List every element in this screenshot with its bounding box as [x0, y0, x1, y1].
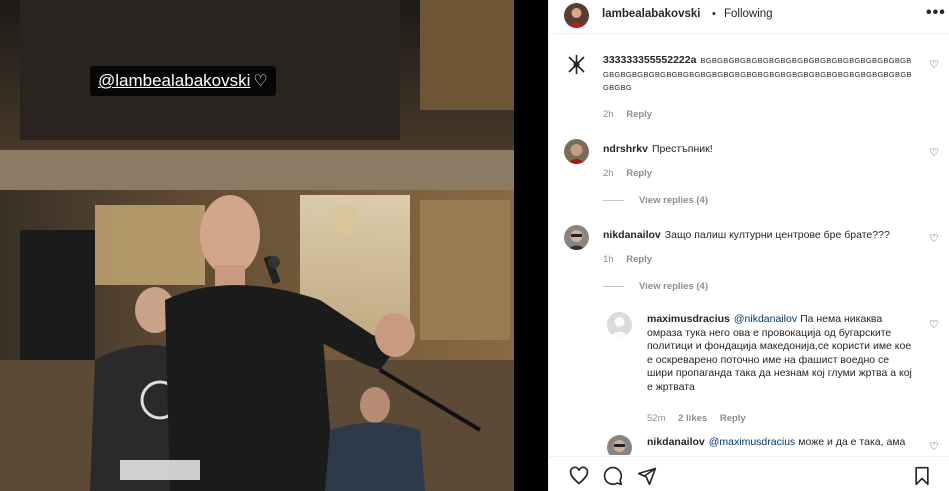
comment-icon[interactable]: [603, 466, 623, 486]
post-actions-bar: [549, 456, 949, 491]
author-avatar[interactable]: [564, 3, 589, 28]
commenter-avatar[interactable]: [607, 312, 632, 337]
comment-mention[interactable]: @nikdanailov: [734, 313, 797, 325]
white-heart-icon: ♡: [253, 73, 268, 90]
view-replies-label[interactable]: View replies (4): [639, 281, 708, 292]
comments-panel: lambealabakovski • Following ••• 3333333…: [548, 0, 949, 491]
reply-button[interactable]: Reply: [720, 413, 746, 424]
header-separator: •: [712, 8, 716, 20]
comment-body: nikdanailov Защо палиш културни центрове …: [603, 229, 915, 243]
view-replies-button[interactable]: View replies (4): [603, 195, 708, 206]
view-replies-line: [603, 285, 624, 287]
comment-mention[interactable]: @maximusdracius: [709, 436, 796, 448]
comment-body: maximusdracius @nikdanailov Па нема никакв…: [647, 313, 917, 394]
commenter-username[interactable]: nikdanailov: [603, 229, 661, 241]
like-comment-icon[interactable]: ♡: [929, 232, 939, 245]
commenter-avatar[interactable]: [564, 139, 589, 164]
comment-meta: 1h Reply: [603, 254, 662, 265]
author-username[interactable]: lambealabakovski: [602, 8, 700, 20]
comment-meta: 52m 2 likes Reply: [647, 413, 756, 424]
comment-body: nikdanailov @maximusdracius може и да е та…: [647, 436, 917, 450]
comment-time: 52m: [647, 413, 666, 424]
comment-time: 2h: [603, 168, 614, 179]
comment-text: Престъпник!: [651, 143, 713, 155]
commenter-avatar[interactable]: [564, 225, 589, 250]
like-comment-icon[interactable]: ♡: [929, 146, 939, 159]
paper-plane-icon[interactable]: [637, 466, 657, 486]
comment-body: 333333355552222a BGBGBGBGBGBGBGBGBGBGBGBG…: [603, 54, 915, 95]
commenter-avatar[interactable]: [607, 435, 632, 455]
bookmark-icon[interactable]: [912, 466, 932, 486]
commenter-username[interactable]: 333333355552222a: [603, 54, 696, 66]
more-options-icon[interactable]: •••: [926, 4, 946, 22]
mention-text[interactable]: @lambealabakovski: [98, 71, 250, 90]
commenter-username[interactable]: maximusdracius: [647, 313, 730, 325]
heart-outline-icon[interactable]: [569, 466, 589, 486]
comment-body: ndrshrkv Престъпник!: [603, 143, 915, 157]
mention-sticker[interactable]: @lambealabakovski ♡: [90, 66, 276, 96]
likes-count[interactable]: 2 likes: [678, 413, 707, 424]
reply-button[interactable]: Reply: [626, 254, 652, 265]
comment-time: 1h: [603, 254, 614, 265]
comment-time: 2h: [603, 109, 614, 120]
comments-list[interactable]: 333333355552222a BGBGBGBGBGBGBGBGBGBGBGBG…: [549, 35, 949, 455]
like-comment-icon[interactable]: ♡: [929, 318, 939, 331]
comment-text: Защо палиш културни центрове бре брате??…: [664, 229, 890, 241]
commenter-username[interactable]: nikdanailov: [647, 436, 705, 448]
post-media[interactable]: @lambealabakovski ♡: [0, 0, 548, 491]
commenter-username[interactable]: ndrshrkv: [603, 143, 648, 155]
comment-meta: 2h Reply: [603, 109, 662, 120]
reply-button[interactable]: Reply: [626, 168, 652, 179]
like-comment-icon[interactable]: ♡: [929, 58, 939, 71]
comment-text: може и да е така, ама: [798, 436, 906, 448]
reply-button[interactable]: Reply: [626, 109, 652, 120]
like-comment-icon[interactable]: ♡: [929, 440, 939, 453]
view-replies-label[interactable]: View replies (4): [639, 195, 708, 206]
following-button[interactable]: Following: [724, 8, 773, 20]
post-header: lambealabakovski • Following •••: [549, 0, 949, 34]
view-replies-button[interactable]: View replies (4): [603, 281, 708, 292]
view-replies-line: [603, 199, 624, 201]
comment-meta: 2h Reply: [603, 168, 662, 179]
commenter-avatar[interactable]: [564, 52, 589, 77]
